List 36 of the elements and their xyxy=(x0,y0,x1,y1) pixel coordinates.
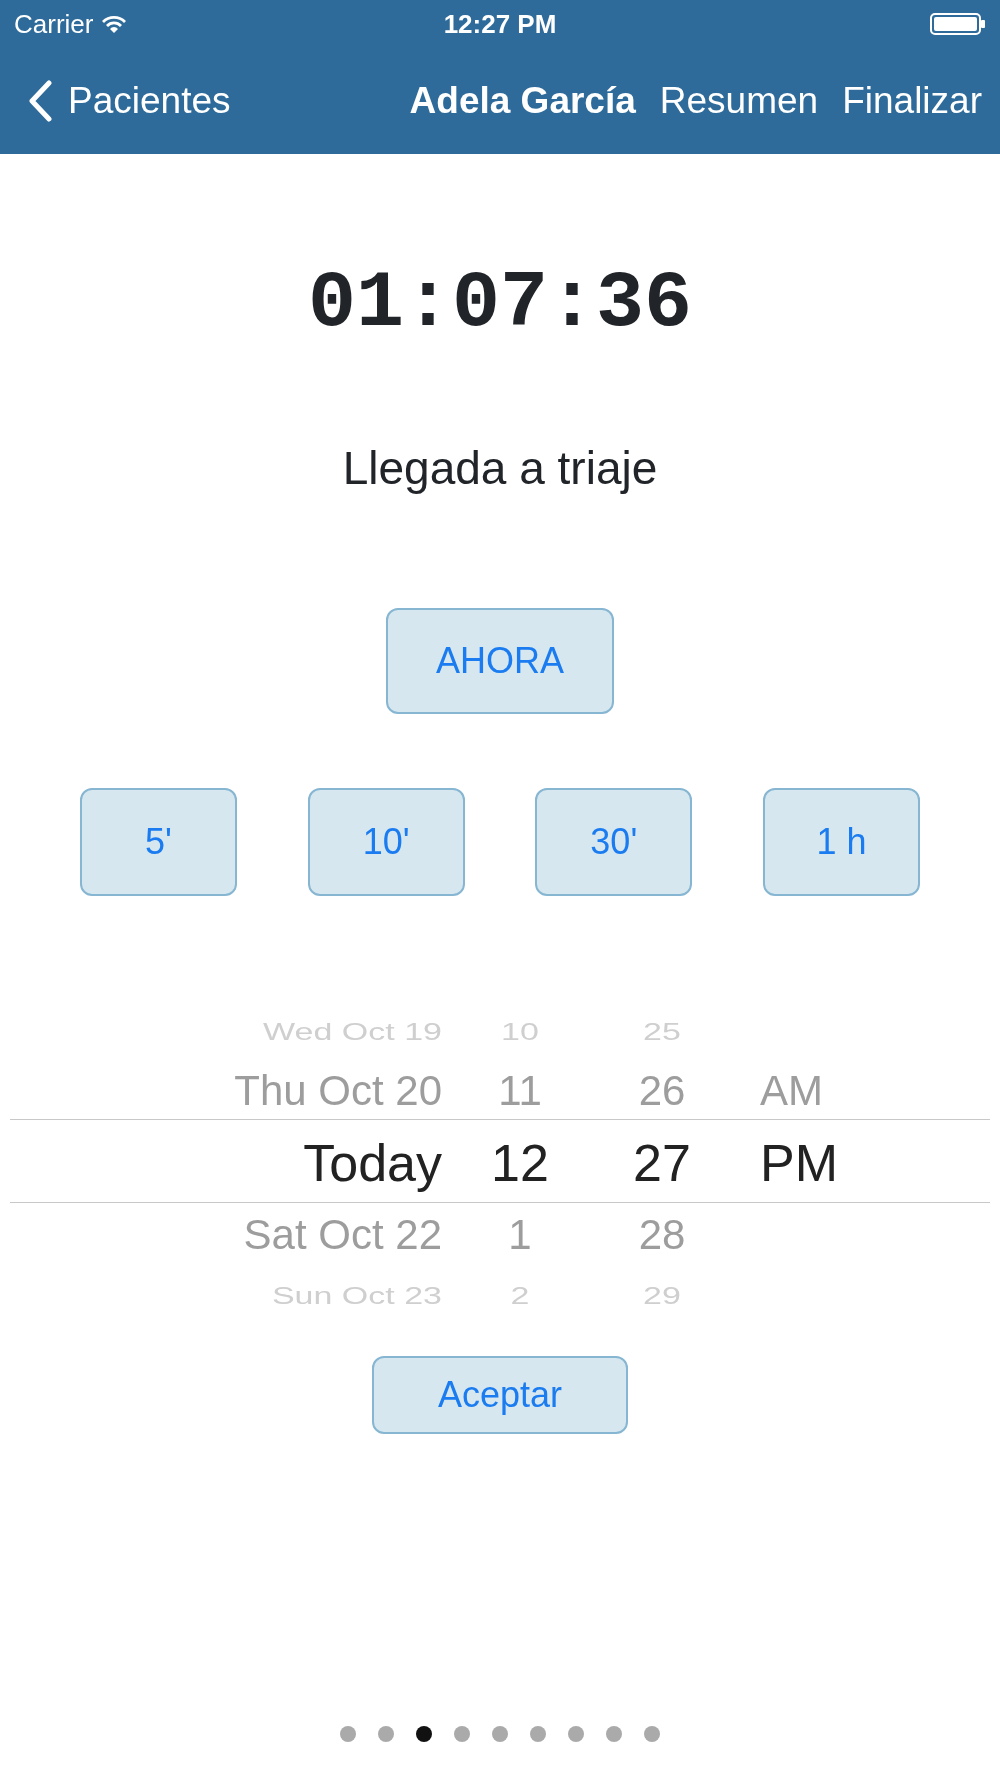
now-button[interactable]: AHORA xyxy=(386,608,614,714)
nav-action-link[interactable]: Finalizar xyxy=(842,73,982,129)
time-offset-button[interactable]: 1 h xyxy=(762,788,920,896)
accept-button[interactable]: Aceptar xyxy=(372,1356,628,1434)
wifi-icon xyxy=(101,14,128,34)
picker-option[interactable]: 11 xyxy=(498,1070,542,1112)
picker-option[interactable]: 28 xyxy=(638,1214,686,1256)
picker-option[interactable]: 12 xyxy=(491,1137,549,1189)
time-offset-button[interactable]: 10' xyxy=(307,788,465,896)
picker-option[interactable]: Thu Oct 20 xyxy=(234,1070,442,1112)
page-dot[interactable] xyxy=(416,1726,432,1742)
page-dot[interactable] xyxy=(454,1726,470,1742)
nav-action-link[interactable]: Resumen xyxy=(659,73,819,129)
time-offset-button[interactable]: 5' xyxy=(80,788,237,896)
page-dot[interactable] xyxy=(530,1726,546,1742)
page-dot[interactable] xyxy=(378,1726,394,1742)
picker-option[interactable]: 26 xyxy=(638,1070,686,1112)
page-dot[interactable] xyxy=(606,1726,622,1742)
picker-option[interactable]: PM xyxy=(760,1137,838,1189)
picker-option[interactable]: Sat Oct 22 xyxy=(243,1214,442,1256)
status-time: 12:27 PM xyxy=(443,7,557,41)
elapsed-timer: 01:07:36 xyxy=(307,264,693,344)
picker-option[interactable]: 27 xyxy=(633,1137,691,1189)
page-dot[interactable] xyxy=(492,1726,508,1742)
battery-icon xyxy=(930,12,986,36)
picker-option[interactable]: 1 xyxy=(508,1214,532,1256)
event-title: Llegada a triaje xyxy=(342,441,658,496)
carrier-label: Carrier xyxy=(14,7,94,41)
page-dot[interactable] xyxy=(568,1726,584,1742)
picker-option[interactable]: AM xyxy=(760,1070,823,1112)
page-dot[interactable] xyxy=(340,1726,356,1742)
back-chevron-icon xyxy=(28,80,52,122)
page-dot[interactable] xyxy=(644,1726,660,1742)
patient-name: Adela García xyxy=(409,79,636,124)
back-button[interactable]: Pacientes xyxy=(28,73,231,129)
time-offset-button[interactable]: 30' xyxy=(535,788,693,896)
